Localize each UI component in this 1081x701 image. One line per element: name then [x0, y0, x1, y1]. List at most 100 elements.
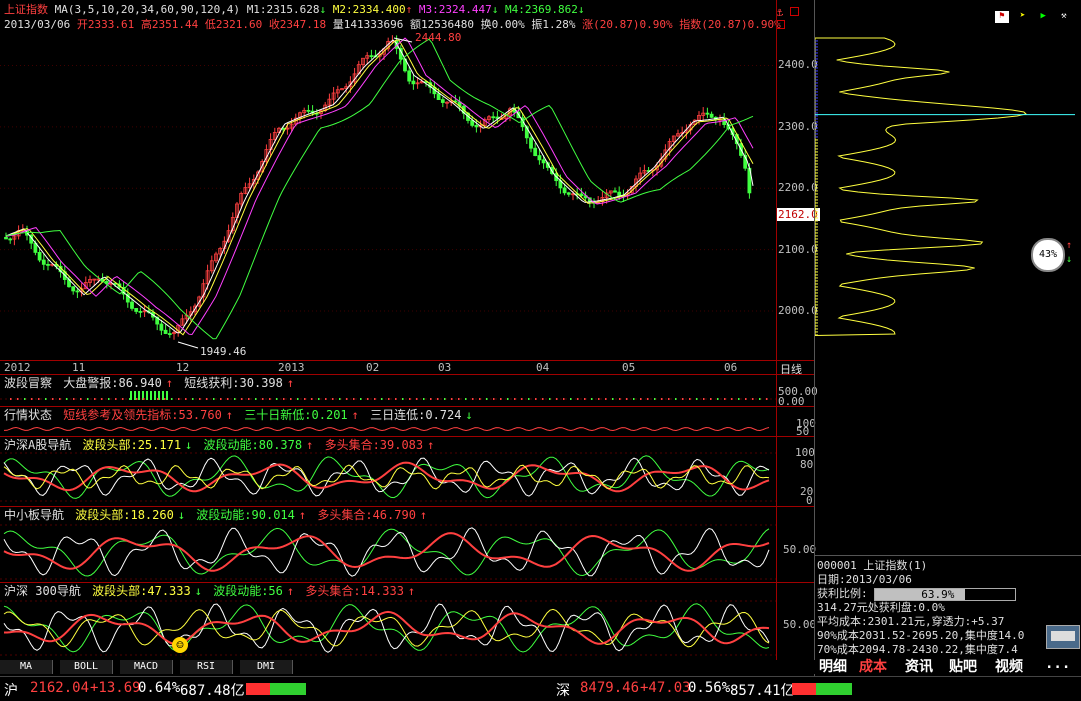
signal-bar — [528, 398, 530, 400]
tab-forum[interactable]: 贴吧 — [949, 656, 977, 676]
close-icon[interactable] — [776, 20, 785, 29]
signal-bar — [416, 398, 418, 400]
signal-bar — [80, 398, 82, 400]
candle-body — [533, 147, 538, 156]
panel-5-plot — [0, 600, 776, 656]
candle-area[interactable] — [0, 0, 776, 360]
signal-bar — [409, 398, 411, 400]
smiley-icon[interactable]: ☺ — [172, 637, 188, 653]
signal-bar — [430, 398, 432, 400]
up-arrow-icon[interactable]: ↑ — [1066, 240, 1072, 251]
candle-body — [306, 109, 311, 112]
right-tabs: 明细 成本 资讯 贴吧 视频 ... — [815, 655, 1081, 675]
window-controls[interactable]: ⚓ — [776, 5, 814, 29]
signal-bar — [556, 398, 558, 400]
tab-video[interactable]: 视频 — [995, 656, 1023, 676]
signal-bar — [150, 398, 152, 400]
candle-body — [440, 99, 445, 103]
sz-breadth-bar — [792, 683, 852, 695]
signal-bar — [318, 398, 320, 400]
candle-body — [491, 116, 496, 119]
candle-body — [566, 192, 571, 195]
tab-boll[interactable]: BOLL — [60, 660, 113, 674]
sh-value[interactable]: 2162.04 — [30, 680, 89, 696]
signal-bar — [192, 398, 194, 400]
signal-bar — [248, 398, 250, 400]
signal-bar — [304, 398, 306, 400]
tab-dmi[interactable]: DMI — [240, 660, 293, 674]
signal-bar — [738, 398, 740, 400]
signal-bar — [619, 398, 621, 400]
signal-bar — [710, 398, 712, 400]
tab-macd[interactable]: MACD — [120, 660, 173, 674]
sh-amount: 687.48亿 — [180, 683, 245, 699]
signal-bar — [577, 398, 579, 400]
signal-bar — [507, 398, 509, 400]
anchor-icon[interactable]: ⚓ — [776, 5, 783, 19]
tab-more[interactable]: ... — [1045, 656, 1070, 672]
signal-bar — [598, 398, 600, 400]
candle-body — [411, 80, 416, 85]
signal-bar — [570, 398, 572, 400]
main-chart[interactable]: 上证指数 MA(3,5,10,20,34,60,90,120,4) M1:231… — [0, 0, 820, 360]
signal-bar — [199, 398, 201, 400]
alert-bar — [138, 391, 140, 400]
signal-bar — [654, 398, 656, 400]
signal-bar — [269, 398, 271, 400]
signal-bar — [213, 398, 215, 400]
keyboard-icon[interactable] — [1046, 625, 1080, 649]
signal-bar — [423, 398, 425, 400]
indicator-panel-2[interactable]: 行情状态 短线参考及领先指标:53.760 ↑ 三十日新低:0.201 ↑ 三日连低… — [0, 406, 816, 438]
candle-body — [167, 333, 172, 335]
signal-bar — [437, 398, 439, 400]
tab-ma[interactable]: MA — [0, 660, 53, 674]
signal-bar — [360, 398, 362, 400]
time-axis-label: 11 — [72, 361, 86, 374]
indicator-panel-5[interactable]: 沪深 300导航 波段头部:47.333 ↓ 波段动能:56 ↑ 多头集合:14.3… — [0, 582, 816, 661]
signal-bar — [157, 398, 159, 400]
signal-bar — [73, 398, 75, 400]
sz-pct: 0.56% — [688, 680, 731, 696]
candle-body — [130, 301, 134, 309]
candle-body — [369, 55, 374, 58]
peak-label: 2444.80 — [415, 31, 462, 44]
alert-bar — [134, 391, 136, 400]
candle-body — [37, 252, 42, 261]
tab-detail[interactable]: 明细 — [819, 656, 847, 676]
time-axis-label: 04 — [536, 361, 550, 374]
sz-amount: 857.41亿 — [730, 683, 795, 699]
down-arrow-icon[interactable]: ↓ — [1066, 254, 1072, 265]
signal-bar — [647, 398, 649, 400]
signal-bar — [241, 398, 243, 400]
signal-bar — [185, 398, 187, 400]
time-axis-label: 12 — [176, 361, 190, 374]
sh-label: 沪 — [4, 683, 18, 699]
indicator-panel-1[interactable]: 波段冒察 大盘警报:86.940 ↑ 短线获利:30.398 ↑ 500.00 0.… — [0, 374, 818, 408]
tab-rsi[interactable]: RSI — [180, 660, 233, 674]
signal-bar — [227, 398, 229, 400]
signal-bar — [283, 398, 285, 400]
signal-bar — [220, 398, 222, 400]
signal-bar — [353, 398, 355, 400]
signal-bar — [164, 398, 166, 400]
signal-bar — [339, 398, 341, 400]
tab-cost[interactable]: 成本 — [859, 656, 887, 676]
signal-bar — [346, 398, 348, 400]
percent-badge[interactable]: 43% — [1031, 238, 1065, 272]
signal-bar — [381, 398, 383, 400]
tab-news[interactable]: 资讯 — [905, 656, 933, 676]
candlestick-chart[interactable] — [0, 0, 776, 360]
signal-bar — [444, 398, 446, 400]
sz-label: 深 — [556, 683, 570, 699]
signal-bar — [374, 398, 376, 400]
minimize-icon[interactable] — [789, 7, 799, 16]
sz-value[interactable]: 8479.46 — [580, 680, 639, 696]
candle-body — [470, 120, 475, 126]
signal-bar — [402, 398, 404, 400]
chip-distribution-panel[interactable]: ⚑ ➤ ▶ ⚒ 43% ↑ ↓ — [815, 0, 1081, 555]
signal-bar — [612, 398, 614, 400]
sz-change: +47.03 — [640, 680, 691, 696]
indicator-panel-3[interactable]: 沪深A股导航 波段头部:25.171 ↓ 波段动能:80.378 ↑ 多头集合:39… — [0, 436, 815, 507]
indicator-panel-4[interactable]: 中小板导航 波段头部:18.260 ↓ 波段动能:90.014 ↑ 多头集合:46.… — [0, 506, 816, 583]
panel-3-plot — [0, 452, 776, 502]
